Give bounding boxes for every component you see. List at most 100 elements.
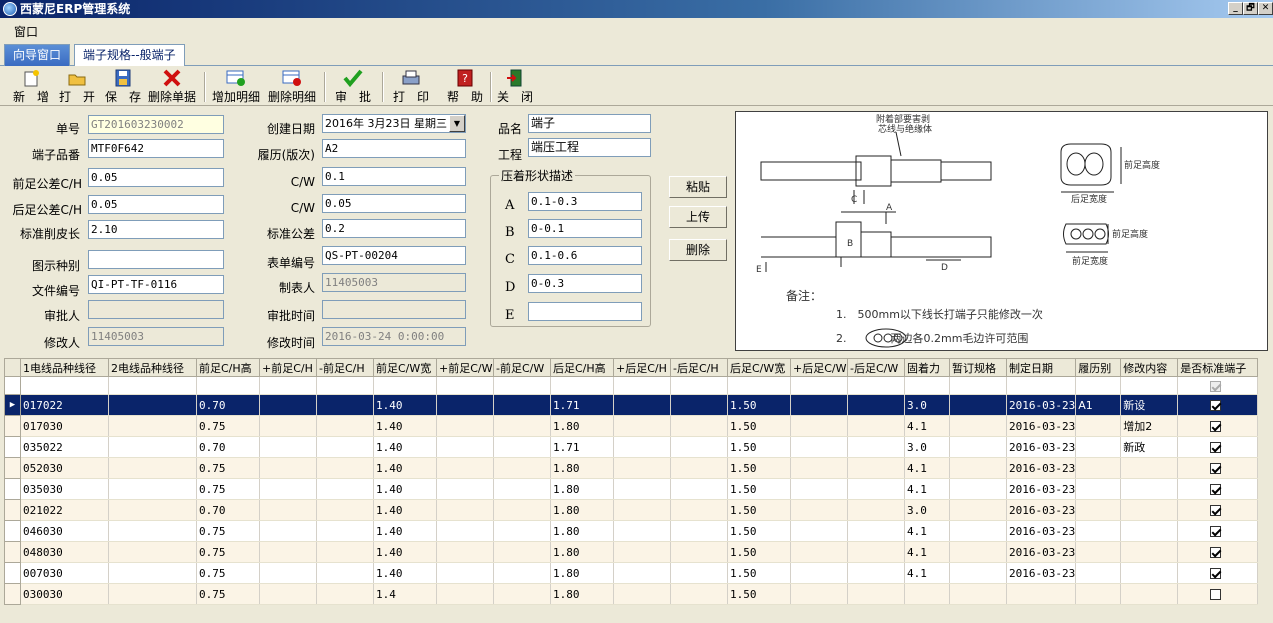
table-row[interactable]: 048030 0.75 1.40 1.80 1.50 4.1 2016-03-23	[4, 541, 1259, 563]
grid-cell[interactable]	[613, 478, 671, 500]
menu-window[interactable]: 窗口	[14, 23, 38, 40]
grid-cell[interactable]	[493, 499, 551, 521]
grid-cell[interactable]	[904, 376, 950, 395]
column-header[interactable]: 修改内容	[1120, 358, 1179, 377]
column-header[interactable]: 制定日期	[1005, 358, 1077, 377]
grid-cell[interactable]	[436, 562, 494, 584]
grid-cell[interactable]: 1.40	[373, 436, 437, 458]
grid-cell[interactable]	[670, 457, 728, 479]
column-header[interactable]: -后足C/W	[847, 358, 905, 377]
upload-button[interactable]: 上传	[669, 206, 727, 228]
grid-cell[interactable]: 0.70	[196, 436, 260, 458]
grid-cell[interactable]: 0.75	[196, 457, 260, 479]
grid-cell[interactable]: 017030	[20, 415, 109, 437]
row-header[interactable]	[4, 520, 21, 542]
tab-wizard[interactable]: 向导窗口	[4, 44, 71, 66]
grid-cell[interactable]: 4.1	[904, 415, 950, 437]
remove-image-button[interactable]: 删除	[669, 239, 727, 261]
grid-cell[interactable]	[949, 436, 1007, 458]
grid-cell[interactable]	[613, 520, 671, 542]
grid-cell[interactable]	[949, 541, 1007, 563]
grid-cell[interactable]	[949, 457, 1007, 479]
column-header[interactable]: 1电线品种线径	[20, 358, 109, 377]
column-header[interactable]: 固着力	[904, 358, 950, 377]
grid-cell[interactable]	[436, 583, 494, 605]
grid-cell[interactable]: 007030	[20, 562, 109, 584]
standard-checkbox[interactable]	[1210, 505, 1222, 516]
process-input[interactable]: 端压工程	[528, 138, 651, 157]
table-row[interactable]: 046030 0.75 1.40 1.80 1.50 4.1 2016-03-23	[4, 520, 1259, 542]
grid-cell[interactable]	[108, 436, 197, 458]
grid-cell[interactable]: 1.4	[373, 583, 437, 605]
grid-cell[interactable]	[1177, 583, 1259, 605]
grid-cell[interactable]	[196, 376, 260, 395]
grid-cell[interactable]	[259, 478, 317, 500]
column-header[interactable]: +后足C/W	[790, 358, 848, 377]
grid-cell[interactable]	[1177, 520, 1259, 542]
product-input[interactable]: 端子	[528, 114, 651, 133]
grid-cell[interactable]	[1075, 499, 1122, 521]
doc-no-input[interactable]: GT201603230002	[88, 115, 224, 134]
column-header[interactable]: 后足C/W宽	[727, 358, 791, 377]
row-header[interactable]	[4, 457, 21, 479]
column-header[interactable]: 履历别	[1075, 358, 1122, 377]
grid-cell[interactable]	[108, 376, 197, 395]
grid-cell[interactable]	[949, 394, 1007, 416]
current-row-marker[interactable]: ▶	[4, 394, 21, 416]
shape-c-input[interactable]: 0.1-0.6	[528, 246, 642, 265]
grid-cell[interactable]	[1177, 376, 1259, 395]
grid-cell[interactable]: 030030	[20, 583, 109, 605]
grid-cell[interactable]	[613, 436, 671, 458]
grid-cell[interactable]	[1075, 562, 1122, 584]
grid-cell[interactable]	[316, 436, 374, 458]
grid-cell[interactable]: 4.1	[904, 478, 950, 500]
grid-cell[interactable]	[493, 520, 551, 542]
grid-cell[interactable]: 1.71	[550, 436, 614, 458]
grid-cell[interactable]	[316, 394, 374, 416]
grid-cell[interactable]	[493, 415, 551, 437]
grid-cell[interactable]: 0.70	[196, 394, 260, 416]
grid-cell[interactable]	[436, 394, 494, 416]
grid-cell[interactable]	[108, 457, 197, 479]
grid-cell[interactable]	[550, 376, 614, 395]
add-detail-button[interactable]: 增加明细	[210, 69, 262, 105]
grid-cell[interactable]	[1006, 583, 1077, 605]
approve-button[interactable]: 审 批	[330, 69, 376, 105]
column-header[interactable]: 2电线品种线径	[108, 358, 197, 377]
grid-cell[interactable]	[1075, 583, 1122, 605]
grid-cell[interactable]	[949, 520, 1007, 542]
grid-cell[interactable]: 4.1	[904, 520, 950, 542]
grid-cell[interactable]: 新政	[1120, 436, 1179, 458]
table-row[interactable]: 035030 0.75 1.40 1.80 1.50 4.1 2016-03-23	[4, 478, 1259, 500]
strip-len-input[interactable]: 2.10	[88, 220, 224, 239]
open-button[interactable]: 打 开	[56, 69, 98, 105]
grid-cell[interactable]	[949, 562, 1007, 584]
grid-cell[interactable]	[493, 436, 551, 458]
grid-cell[interactable]	[670, 415, 728, 437]
grid-cell[interactable]	[1120, 583, 1179, 605]
grid-cell[interactable]	[259, 457, 317, 479]
grid-cell[interactable]	[493, 562, 551, 584]
column-header[interactable]: +后足C/H	[613, 358, 671, 377]
cw1-input[interactable]: 0.1	[322, 167, 466, 186]
grid-cell[interactable]	[790, 520, 848, 542]
grid-cell[interactable]	[949, 499, 1007, 521]
grid-cell[interactable]	[259, 583, 317, 605]
grid-cell[interactable]: 2016-03-23	[1006, 436, 1077, 458]
grid-cell[interactable]: 新设	[1120, 394, 1179, 416]
grid-cell[interactable]	[436, 415, 494, 437]
grid-cell[interactable]: 1.50	[727, 415, 791, 437]
column-header[interactable]: +前足C/W	[436, 358, 494, 377]
shape-e-input[interactable]	[528, 302, 642, 321]
grid-cell[interactable]	[436, 478, 494, 500]
grid-cell[interactable]	[613, 457, 671, 479]
row-header[interactable]	[4, 583, 21, 605]
standard-checkbox[interactable]	[1210, 421, 1222, 432]
grid-cell[interactable]	[1075, 478, 1122, 500]
table-row[interactable]: 007030 0.75 1.40 1.80 1.50 4.1 2016-03-23	[4, 562, 1259, 584]
delete-detail-button[interactable]: 删除明细	[266, 69, 318, 105]
grid-cell[interactable]	[613, 562, 671, 584]
grid-cell[interactable]	[316, 583, 374, 605]
grid-cell[interactable]	[1120, 541, 1179, 563]
row-header[interactable]	[4, 376, 21, 395]
